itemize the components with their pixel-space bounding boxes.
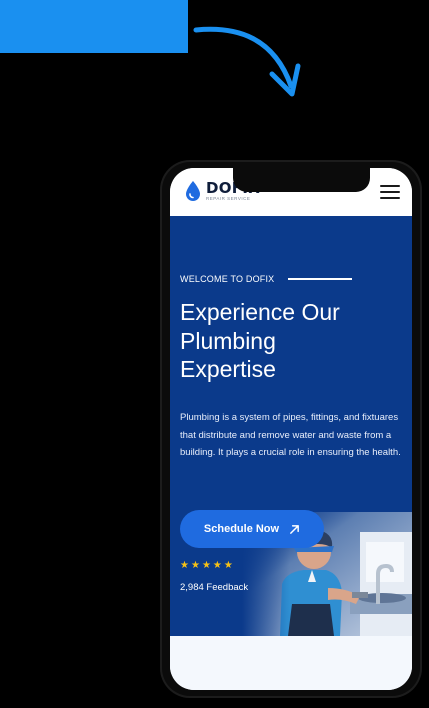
- curved-arrow-icon: [193, 26, 301, 97]
- menu-line: [380, 191, 400, 193]
- star-icon: ★: [223, 560, 233, 571]
- menu-line: [380, 197, 400, 199]
- hero-title-line: Expertise: [180, 356, 276, 382]
- hamburger-menu-icon[interactable]: [380, 185, 400, 199]
- screenshot-stage: DOFIX REPAIR SERVICE WELCOME TO DOFIX Ex…: [0, 0, 429, 708]
- hero-title: Experience Our Plumbing Expertise: [180, 298, 400, 384]
- hero-title-line: Plumbing: [180, 327, 276, 354]
- star-icon: ★: [212, 560, 222, 571]
- feedback-count: 2,984 Feedback: [180, 582, 249, 593]
- rating-stars: ★ ★ ★ ★ ★: [180, 561, 233, 571]
- brand-tagline: REPAIR SERVICE: [206, 195, 251, 201]
- hero-eyebrow: WELCOME TO DOFIX: [180, 274, 353, 284]
- star-icon: ★: [201, 560, 211, 571]
- phone-mockup: DOFIX REPAIR SERVICE WELCOME TO DOFIX Ex…: [160, 160, 422, 698]
- phone-notch: [233, 168, 370, 192]
- star-icon: ★: [190, 560, 200, 571]
- eyebrow-divider: [288, 278, 353, 280]
- arrow-up-right-icon: [290, 524, 299, 534]
- page-body: [170, 636, 412, 690]
- water-drop-icon: [186, 181, 200, 201]
- hero-section: WELCOME TO DOFIX Experience Our Plumbing…: [170, 216, 412, 636]
- menu-line: [380, 185, 400, 187]
- cta-label: Schedule Now: [203, 523, 280, 535]
- schedule-now-button[interactable]: Schedule Now: [180, 510, 324, 548]
- eyebrow-text: WELCOME TO DOFIX: [180, 274, 275, 284]
- blue-label-tag: [0, 0, 188, 53]
- hero-description: Plumbing is a system of pipes, fittings,…: [180, 412, 401, 458]
- phone-screen: DOFIX REPAIR SERVICE WELCOME TO DOFIX Ex…: [170, 168, 412, 690]
- hero-title-line: Experience Our: [180, 299, 340, 325]
- star-icon: ★: [180, 560, 189, 571]
